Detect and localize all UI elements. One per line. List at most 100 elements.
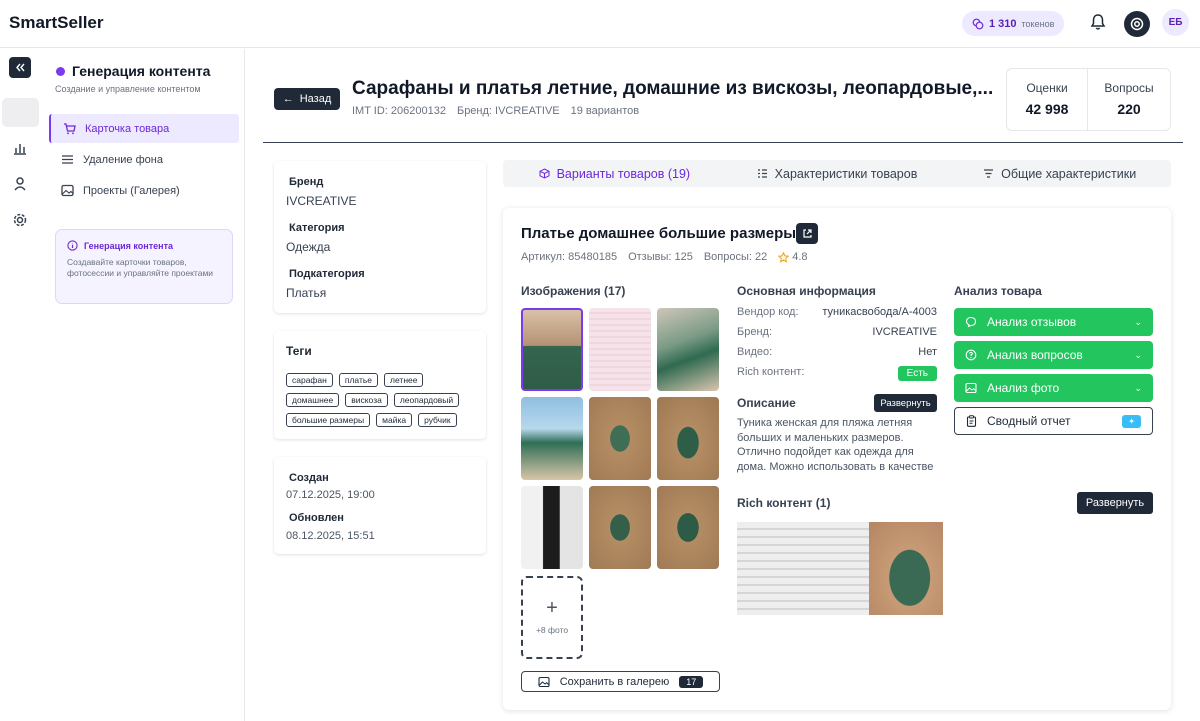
brand-meta: Бренд: IVCREATIVE xyxy=(456,105,560,117)
product-thumbnail[interactable] xyxy=(521,308,583,391)
vendor-value: туникасвобода/А-4003 xyxy=(822,306,937,318)
rating-value: 4.8 xyxy=(792,251,808,263)
tabs-bar: Варианты товаров (19) Характеристики тов… xyxy=(503,160,1171,187)
help-button[interactable] xyxy=(1124,11,1150,37)
questions-analysis-button[interactable]: Анализ вопросов ⌄ xyxy=(954,341,1153,369)
tags-list: сарафан платье летнее домашнее вискоза л… xyxy=(286,373,476,427)
description-title: Описание xyxy=(737,396,796,410)
rich-label: Rich контент: xyxy=(737,366,805,378)
sidebar-item-bg-removal[interactable]: Удаление фона xyxy=(49,145,239,174)
collapse-sidebar-button[interactable] xyxy=(9,57,31,78)
sidebar-item-product-card[interactable]: Карточка товара xyxy=(49,114,239,143)
chevrons-left-icon xyxy=(15,63,25,72)
product-thumbnail[interactable] xyxy=(657,397,719,480)
page-title: Сарафаны и платья летние, домашние из ви… xyxy=(352,78,994,99)
image-icon xyxy=(61,184,74,197)
ai-sparkle-icon: ✦ xyxy=(1122,414,1141,428)
info-box: Генерация контента Создавайте карточки т… xyxy=(55,229,233,304)
lifebuoy-icon xyxy=(1130,17,1144,31)
app-logo[interactable]: SmartSeller xyxy=(9,13,104,33)
expand-description-button[interactable]: Развернуть xyxy=(874,394,937,412)
expand-rich-button[interactable]: Развернуть xyxy=(1077,492,1153,514)
cube-icon xyxy=(539,168,550,179)
summary-report-button[interactable]: Сводный отчет ✦ xyxy=(954,407,1153,435)
plus-icon: + xyxy=(546,596,558,619)
tokens-unit: токенов xyxy=(1021,18,1055,29)
gear-icon[interactable] xyxy=(12,212,28,228)
tab-product-specs[interactable]: Характеристики товаров xyxy=(726,160,949,187)
tag[interactable]: платье xyxy=(338,373,379,387)
tag[interactable]: сарафан xyxy=(286,373,333,387)
product-thumbnail[interactable] xyxy=(521,486,583,569)
open-external-button[interactable] xyxy=(796,223,818,244)
rich-photo-image xyxy=(869,522,943,615)
rich-row: Rich контент: Есть xyxy=(737,366,937,381)
variant-card: Платье домашнее большие размеры Артикул:… xyxy=(503,208,1171,710)
chevron-down-icon: ⌄ xyxy=(1134,316,1142,327)
info-box-text: Создавайте карточки товаров, фотосессии … xyxy=(67,257,214,278)
reviews-analysis-button[interactable]: Анализ отзывов ⌄ xyxy=(954,308,1153,336)
stat-value: 42 998 xyxy=(1025,101,1069,117)
tag[interactable]: майка xyxy=(376,413,413,427)
product-thumbnail[interactable] xyxy=(521,397,583,480)
user-icon[interactable] xyxy=(12,176,28,192)
brand-value: IVCREATIVE xyxy=(872,326,937,338)
arrow-left-icon: ← xyxy=(282,93,294,105)
user-avatar[interactable]: ЕБ xyxy=(1162,9,1189,36)
sidebar-item-label: Проекты (Галерея) xyxy=(83,184,180,197)
image-icon xyxy=(538,676,550,687)
vendor-label: Вендор код: xyxy=(737,306,799,318)
product-thumbnail[interactable] xyxy=(589,486,651,569)
bell-icon[interactable] xyxy=(1088,12,1108,32)
analysis-label: Анализ отзывов xyxy=(987,315,1077,329)
sidebar-item-gallery[interactable]: Проекты (Галерея) xyxy=(49,176,239,205)
brand-label: Бренд xyxy=(289,176,324,188)
tokens-badge[interactable]: 1 310 токенов xyxy=(962,11,1065,36)
save-to-gallery-button[interactable]: Сохранить в галерею 17 xyxy=(521,671,720,692)
tag[interactable]: домашнее xyxy=(286,393,340,407)
tag[interactable]: большие размеры xyxy=(286,413,371,427)
save-count-badge: 17 xyxy=(679,675,704,688)
product-title: Платье домашнее большие размеры xyxy=(521,225,797,242)
product-thumbnail[interactable] xyxy=(589,397,651,480)
rich-status-badge: Есть xyxy=(897,366,937,381)
subcategory-label: Подкатегория xyxy=(289,268,365,280)
video-label: Видео: xyxy=(737,346,773,358)
tag[interactable]: вискоза xyxy=(345,393,388,407)
tab-general-specs[interactable]: Общие характеристики xyxy=(948,160,1171,187)
updated-label: Обновлен xyxy=(289,512,344,524)
cart-icon xyxy=(64,123,76,135)
chevron-down-icon: ⌄ xyxy=(1134,382,1142,393)
tag[interactable]: рубчик xyxy=(418,413,457,427)
sidebar-subtitle: Создание и управление контентом xyxy=(55,84,201,94)
tab-variants[interactable]: Варианты товаров (19) xyxy=(503,160,726,187)
filter-lines-icon xyxy=(984,169,994,178)
rail-item-content[interactable] xyxy=(2,98,39,127)
stat-ratings: Оценки 42 998 xyxy=(1006,68,1087,131)
tags-card: Теги сарафан платье летнее домашнее виск… xyxy=(274,331,486,439)
sidebar-item-label: Удаление фона xyxy=(83,153,163,166)
product-thumbnail[interactable] xyxy=(657,486,719,569)
analysis-label: Анализ вопросов xyxy=(987,348,1083,362)
product-thumbnail[interactable] xyxy=(589,308,651,391)
description-text: Туника женская для пляжа летняя больших … xyxy=(737,417,934,473)
article: Артикул: 85480185 xyxy=(521,251,618,263)
photos-analysis-button[interactable]: Анализ фото ⌄ xyxy=(954,374,1153,402)
brand-row: Бренд: IVCREATIVE xyxy=(737,326,937,338)
add-photos-button[interactable]: + +8 фото xyxy=(521,576,583,659)
rich-content-preview[interactable] xyxy=(737,522,943,615)
list-icon xyxy=(757,169,767,178)
product-thumbnail[interactable] xyxy=(657,308,719,391)
reviews-count: Отзывы: 125 xyxy=(628,251,693,263)
page-meta: IMT ID: 206200132 Бренд: IVCREATIVE 19 в… xyxy=(352,105,639,117)
stat-value: 220 xyxy=(1117,101,1141,117)
info-icon xyxy=(67,240,78,251)
tag[interactable]: летнее xyxy=(384,373,424,387)
created-label: Создан xyxy=(289,472,329,484)
back-button[interactable]: ← Назад xyxy=(274,88,340,110)
analysis-title: Анализ товара xyxy=(954,284,1042,298)
tag[interactable]: леопардовый xyxy=(393,393,460,407)
status-dot xyxy=(56,66,65,76)
bar-chart-icon[interactable] xyxy=(12,140,28,156)
images-title: Изображения (17) xyxy=(521,284,626,298)
